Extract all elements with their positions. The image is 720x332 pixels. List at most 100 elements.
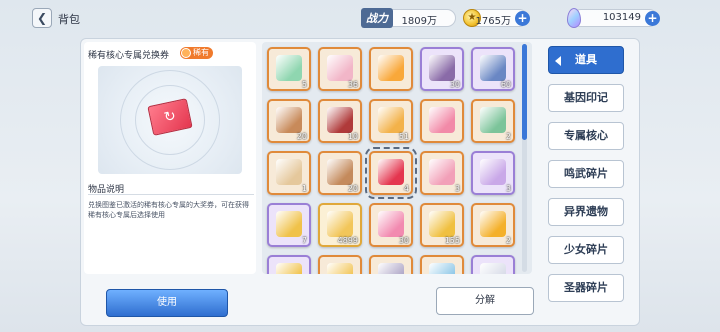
inventory-item[interactable]: 4899 [318,203,362,247]
inventory-item[interactable] [369,255,413,274]
item-name: 稀有核心专属兑换券 [88,51,170,61]
top-bar: ❮ 背包 战力 1809万 ★ 1765万 + 103149 + [0,0,720,38]
inventory-item[interactable] [267,255,311,274]
item-count: 4 [403,184,409,193]
item-count: 30 [449,80,460,89]
grid-scrollbar[interactable] [522,44,527,272]
item-count: 7 [301,236,307,245]
inventory-item[interactable]: 2 [471,203,515,247]
item-icon [276,211,302,237]
item-icon [327,263,353,274]
item-icon [480,107,506,133]
inventory-item[interactable]: 1 [267,151,311,195]
item-count: 1 [301,184,307,193]
item-icon [378,159,404,185]
item-count: 5 [301,80,307,89]
inventory-item[interactable]: 10 [318,99,362,143]
item-icon [480,263,506,274]
divider [88,194,254,195]
inventory-item[interactable]: 20 [267,99,311,143]
inventory-item[interactable] [420,255,464,274]
inventory-item[interactable]: 2 [471,99,515,143]
inventory-item[interactable] [471,255,515,274]
category-tab[interactable]: 异界遗物 [548,198,624,226]
item-icon [378,263,404,274]
category-tab[interactable]: 圣器碎片 [548,274,624,302]
gem-display: 103149 + [567,8,660,28]
inventory-item[interactable]: 60 [471,47,515,91]
category-tab[interactable]: 基因印记 [548,84,624,112]
scrollbar-thumb[interactable] [522,44,527,140]
power-value: 1809万 [401,16,437,27]
inventory-item[interactable]: 36 [318,47,362,91]
split-button[interactable]: 分解 [436,287,534,315]
item-icon [378,55,404,81]
item-count: 30 [398,236,409,245]
item-artwork: ↻ [98,66,242,174]
item-detail-pane: 稀有核心专属兑换券 稀有 ↻ 物品说明 兑换图鉴已激活的稀有核心专属的大奖券，可… [84,42,256,274]
item-count: 3 [454,184,460,193]
item-icon [327,159,353,185]
inventory-item[interactable]: 30 [369,203,413,247]
chevron-left-icon: ❮ [36,11,48,25]
category-tab[interactable]: 道具 [548,46,624,74]
item-icon [276,107,302,133]
category-tab[interactable]: 鸣武碎片 [548,160,624,188]
item-icon [480,159,506,185]
item-icon [276,159,302,185]
gem-value: 103149 [602,12,641,23]
item-icon [378,107,404,133]
item-count: 36 [347,80,358,89]
coin-value: 1765万 [475,16,511,27]
item-icon [429,263,455,274]
back-button[interactable]: ❮ [32,8,52,28]
item-icon [327,55,353,81]
inventory-item[interactable]: 20 [318,151,362,195]
page-title: 背包 [58,13,80,26]
item-count: 60 [500,80,511,89]
inventory-item[interactable] [318,255,362,274]
category-tab[interactable]: 少女碎片 [548,236,624,264]
use-button[interactable]: 使用 [106,289,228,317]
coin-display: ★ 1765万 + [463,9,530,27]
power-display: 战力 1809万 [361,8,456,28]
category-tab[interactable]: 专属核心 [548,122,624,150]
item-icon [429,159,455,185]
inventory-item[interactable]: 155 [420,203,464,247]
inventory-item[interactable]: 51 [369,99,413,143]
item-icon [480,211,506,237]
item-icon [327,211,353,237]
item-count: 10 [347,132,358,141]
item-icon [429,211,455,237]
power-icon: 战力 [361,8,393,28]
inventory-item[interactable] [369,47,413,91]
item-count: 2 [505,132,511,141]
item-icon [429,55,455,81]
add-gems-button[interactable]: + [645,11,660,26]
inventory-item[interactable]: 3 [420,151,464,195]
rarity-label: 稀有 [193,48,209,57]
add-coins-button[interactable]: + [515,11,530,26]
item-count: 20 [347,184,358,193]
gem-icon [567,8,581,28]
item-count: 4899 [337,236,358,245]
item-count: 2 [505,236,511,245]
item-icon [378,211,404,237]
inventory-item[interactable]: 5 [267,47,311,91]
description-text: 兑换图鉴已激活的稀有核心专属的大奖券，可在获得稀有核心专属后选择使用 [88,201,249,219]
item-icon [276,55,302,81]
item-count: 155 [444,236,460,245]
inventory-item[interactable]: 30 [420,47,464,91]
rarity-badge: 稀有 [180,47,213,59]
rarity-icon [181,48,191,58]
item-count: 20 [296,132,307,141]
item-count: 3 [505,184,511,193]
inventory-item[interactable]: 7 [267,203,311,247]
inventory-item[interactable]: 4 [365,147,417,199]
item-grid: 5 36 30 60 20 10 51 2 1 20 4 3 3 7 4899 30 155 2 [262,42,532,274]
inventory-item[interactable] [420,99,464,143]
item-icon [480,55,506,81]
item-icon [429,107,455,133]
item-icon [327,107,353,133]
inventory-item[interactable]: 3 [471,151,515,195]
